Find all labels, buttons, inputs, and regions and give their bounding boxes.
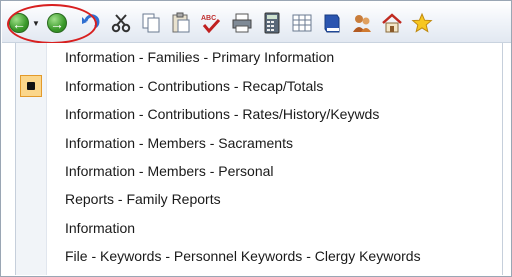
book-button[interactable] bbox=[321, 12, 343, 34]
home-button[interactable] bbox=[381, 12, 403, 34]
paste-icon bbox=[172, 12, 190, 33]
star-icon bbox=[411, 12, 433, 33]
forward-button[interactable]: → bbox=[46, 12, 68, 34]
menu-item-label: Information - Contributions - Rates/Hist… bbox=[65, 106, 380, 122]
back-button[interactable]: ← bbox=[8, 12, 30, 34]
svg-text:ABC: ABC bbox=[201, 15, 216, 22]
forward-icon: → bbox=[47, 13, 67, 33]
menu-item[interactable]: Information bbox=[16, 215, 502, 241]
undo-button[interactable] bbox=[79, 12, 101, 34]
history-dropdown-caret[interactable]: ▼ bbox=[29, 12, 43, 34]
menu-item[interactable]: Information - Contributions - Rates/Hist… bbox=[16, 101, 502, 127]
cut-button[interactable] bbox=[110, 12, 132, 34]
menu-item-label: File - Keywords - Personnel Keywords - C… bbox=[65, 248, 421, 264]
spellcheck-button[interactable]: ABC bbox=[200, 12, 222, 34]
home-icon bbox=[382, 13, 402, 33]
print-icon bbox=[232, 13, 252, 33]
menu-item-label: Reports - Family Reports bbox=[65, 191, 221, 207]
paste-button[interactable] bbox=[170, 12, 192, 34]
back-icon: ← bbox=[9, 13, 29, 33]
cut-icon bbox=[111, 14, 131, 33]
menu-item[interactable]: File - Keywords - Personnel Keywords - C… bbox=[16, 243, 502, 269]
menu-item[interactable]: Information - Members - Sacraments bbox=[16, 130, 502, 156]
menu-item[interactable]: Information - Contributions - Recap/Tota… bbox=[16, 73, 502, 99]
menu-item[interactable]: Information - Members - Personal bbox=[16, 158, 502, 184]
menu-item-label: Information - Members - Sacraments bbox=[65, 135, 293, 151]
print-button[interactable] bbox=[231, 12, 253, 34]
table-button[interactable] bbox=[291, 12, 313, 34]
book-icon bbox=[324, 14, 340, 33]
menu-item-label: Information - Contributions - Recap/Tota… bbox=[65, 78, 324, 94]
toolbar: ← ▼ → ABC bbox=[2, 2, 511, 44]
calculator-icon bbox=[264, 12, 280, 34]
spellcheck-icon: ABC bbox=[201, 15, 221, 34]
menu-item[interactable]: Reports - Family Reports bbox=[16, 186, 502, 212]
undo-icon bbox=[82, 14, 100, 29]
menu-item-label: Information - Members - Personal bbox=[65, 163, 274, 179]
selected-indicator bbox=[20, 75, 42, 97]
menu-item-label: Information bbox=[65, 220, 136, 236]
table-icon bbox=[292, 14, 312, 32]
copy-button[interactable] bbox=[140, 12, 162, 34]
menu-item[interactable]: Information - Families - Primary Informa… bbox=[16, 44, 502, 70]
window-frame: ← ▼ → ABC Information - Families - Prima… bbox=[0, 0, 512, 277]
menu-item-label: Information - Families - Primary Informa… bbox=[65, 49, 335, 65]
people-icon bbox=[353, 15, 371, 32]
history-dropdown-menu: Information - Families - Primary Informa… bbox=[15, 43, 503, 275]
people-button[interactable] bbox=[351, 12, 373, 34]
favorites-button[interactable] bbox=[411, 12, 433, 34]
calculator-button[interactable] bbox=[261, 12, 283, 34]
bullet-icon bbox=[27, 82, 35, 90]
copy-icon bbox=[142, 13, 160, 33]
